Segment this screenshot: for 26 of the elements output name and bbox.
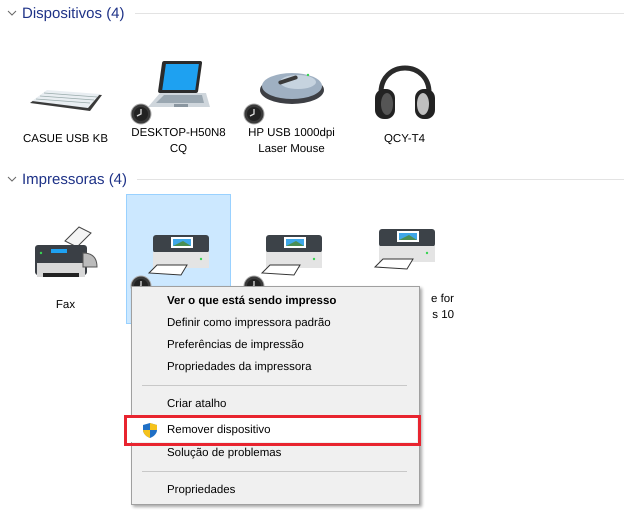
device-label: s 10 (431, 308, 454, 323)
headphones-icon (372, 65, 436, 121)
device-label: e for (430, 292, 454, 307)
fax-icon (32, 225, 98, 279)
menu-item[interactable]: Propriedades da impressora (134, 356, 417, 378)
printer-icon (260, 233, 324, 277)
menu-item[interactable]: Propriedades (134, 479, 417, 501)
device-label: HP USB 1000dpi (248, 126, 335, 141)
menu-item[interactable]: Preferências de impressão (134, 334, 417, 356)
laptop-icon (146, 59, 212, 109)
mouse-icon (258, 71, 326, 105)
menu-item[interactable]: Criar atalho (134, 393, 417, 415)
menu-item[interactable]: Definir como impressora padrão (134, 312, 417, 334)
menu-item[interactable]: Ver o que está sendo impresso (134, 290, 417, 312)
printer-icon (146, 233, 210, 277)
menu-item[interactable]: Solução de problemas (134, 442, 417, 464)
device-label: Laser Mouse (257, 142, 326, 157)
device-label: DESKTOP-H50N8 (131, 126, 226, 141)
device-label: CASUE USB KB (23, 132, 108, 147)
device-label: QCY-T4 (384, 132, 426, 147)
device-label: CQ (168, 142, 188, 157)
device-label: Fax (56, 298, 76, 313)
section-title: Impressoras (4) (22, 170, 128, 188)
keyboard-icon (28, 88, 104, 113)
printer-icon (372, 227, 436, 271)
section-title: Dispositivos (4) (22, 4, 125, 22)
